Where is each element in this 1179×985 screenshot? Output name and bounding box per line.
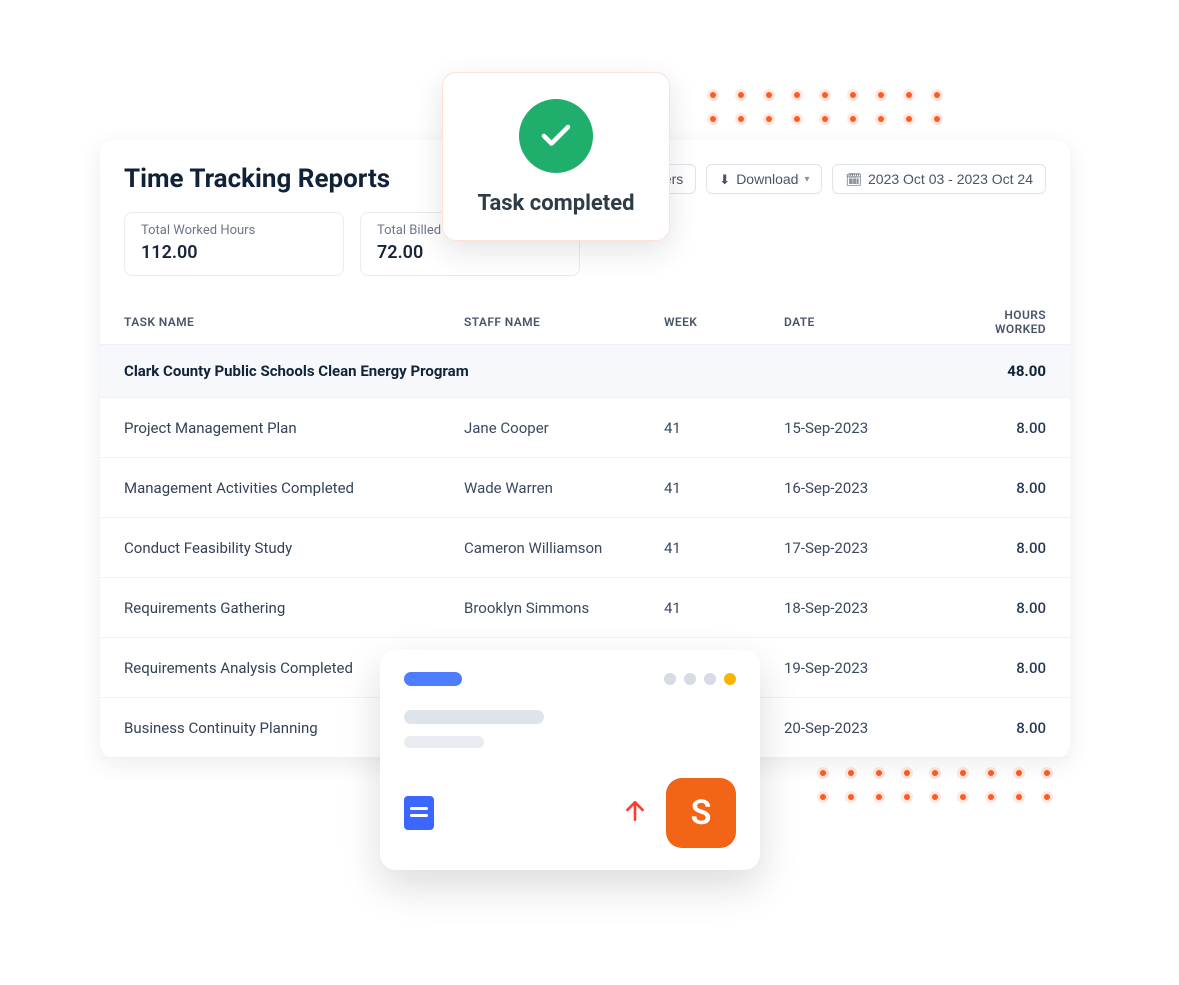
- checkmark-circle-icon: [519, 99, 593, 173]
- cell-task: Management Activities Completed: [124, 479, 464, 497]
- app-badge-letter: S: [691, 793, 712, 833]
- cell-hours: 8.00: [964, 599, 1046, 617]
- dot-icon: [704, 673, 716, 685]
- task-completed-toast: Task completed: [442, 72, 670, 241]
- cell-date: 20-Sep-2023: [784, 719, 964, 737]
- cell-hours: 8.00: [964, 479, 1046, 497]
- cell-task: Project Management Plan: [124, 419, 464, 437]
- cell-week: 41: [664, 539, 784, 557]
- cell-date: 15-Sep-2023: [784, 419, 964, 437]
- cell-hours: 8.00: [964, 719, 1046, 737]
- cell-staff: Jane Cooper: [464, 419, 664, 437]
- cell-staff: Cameron Williamson: [464, 539, 664, 557]
- col-header-week: WEEK: [664, 315, 784, 329]
- download-icon: ⬇: [719, 173, 730, 186]
- page-title: Time Tracking Reports: [124, 164, 390, 194]
- cell-week: 41: [664, 479, 784, 497]
- dot-icon: [684, 673, 696, 685]
- table-group-row[interactable]: Clark County Public Schools Clean Energy…: [100, 344, 1070, 398]
- stat-label: Total Worked Hours: [141, 223, 327, 238]
- date-range-label: 2023 Oct 03 - 2023 Oct 24: [868, 171, 1033, 187]
- mini-footer-right: S: [622, 778, 736, 848]
- mini-title-placeholder: [404, 672, 462, 686]
- cell-date: 17-Sep-2023: [784, 539, 964, 557]
- col-header-date: DATE: [784, 315, 964, 329]
- cell-week: 41: [664, 599, 784, 617]
- arrow-up-icon[interactable]: [622, 798, 648, 828]
- mini-line-placeholder: [404, 710, 544, 724]
- table-row[interactable]: Conduct Feasibility StudyCameron William…: [100, 518, 1070, 578]
- toolbar: ilters ⬇ Download ▾ 🗓 2023 Oct 03 - 2023…: [641, 164, 1046, 194]
- dot-icon: [664, 673, 676, 685]
- dot-icon-active: [724, 673, 736, 685]
- cell-hours: 8.00: [964, 419, 1046, 437]
- document-icon[interactable]: [404, 796, 434, 830]
- group-name: Clark County Public Schools Clean Energy…: [124, 362, 964, 380]
- table-row[interactable]: Project Management PlanJane Cooper4115-S…: [100, 398, 1070, 458]
- dot-pattern-bottom: [820, 770, 1050, 800]
- mini-card-header: [404, 672, 736, 686]
- calendar-icon: 🗓: [845, 173, 862, 186]
- col-header-task: TASK NAME: [124, 315, 464, 329]
- stat-value: 72.00: [377, 242, 563, 263]
- chevron-down-icon: ▾: [804, 174, 809, 185]
- cell-week: 41: [664, 419, 784, 437]
- mini-preview-card: S: [380, 650, 760, 870]
- table-row[interactable]: Management Activities CompletedWade Warr…: [100, 458, 1070, 518]
- stat-card-worked-hours: Total Worked Hours 112.00: [124, 212, 344, 276]
- download-label: Download: [736, 171, 798, 187]
- toast-message: Task completed: [477, 191, 634, 216]
- cell-staff: Wade Warren: [464, 479, 664, 497]
- group-hours: 48.00: [964, 362, 1046, 380]
- app-badge[interactable]: S: [666, 778, 736, 848]
- cell-task: Conduct Feasibility Study: [124, 539, 464, 557]
- mini-line-placeholder: [404, 736, 484, 748]
- dot-pattern-top: [710, 92, 940, 122]
- download-button[interactable]: ⬇ Download ▾: [706, 164, 822, 194]
- table-row[interactable]: Requirements GatheringBrooklyn Simmons41…: [100, 578, 1070, 638]
- mini-card-footer: S: [404, 778, 736, 848]
- table-header: TASK NAME STAFF NAME WEEK DATE HOURS WOR…: [100, 300, 1070, 344]
- stat-value: 112.00: [141, 242, 327, 263]
- cell-date: 18-Sep-2023: [784, 599, 964, 617]
- cell-date: 16-Sep-2023: [784, 479, 964, 497]
- cell-task: Requirements Gathering: [124, 599, 464, 617]
- col-header-hours: HOURS WORKED: [964, 308, 1046, 336]
- cell-date: 19-Sep-2023: [784, 659, 964, 677]
- cell-staff: Brooklyn Simmons: [464, 599, 664, 617]
- date-range-button[interactable]: 🗓 2023 Oct 03 - 2023 Oct 24: [832, 164, 1046, 194]
- cell-hours: 8.00: [964, 659, 1046, 677]
- cell-hours: 8.00: [964, 539, 1046, 557]
- col-header-staff: STAFF NAME: [464, 315, 664, 329]
- mini-pagination-dots: [664, 673, 736, 685]
